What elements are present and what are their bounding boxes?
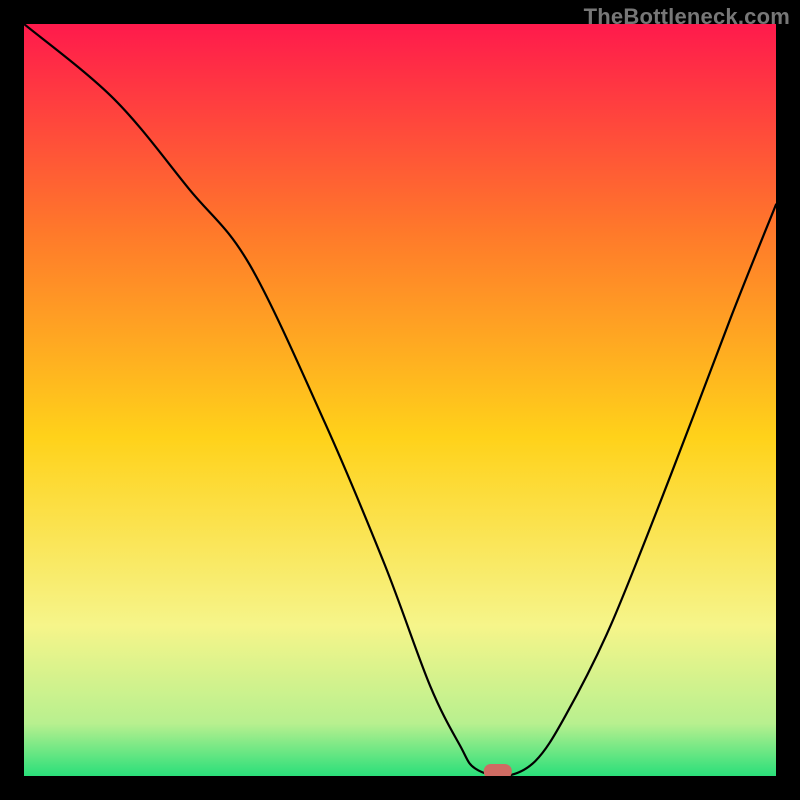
optimal-marker	[484, 764, 512, 776]
bottleneck-plot	[24, 24, 776, 776]
watermark-label: TheBottleneck.com	[584, 4, 790, 30]
chart-frame: TheBottleneck.com	[0, 0, 800, 800]
gradient-background	[24, 24, 776, 776]
